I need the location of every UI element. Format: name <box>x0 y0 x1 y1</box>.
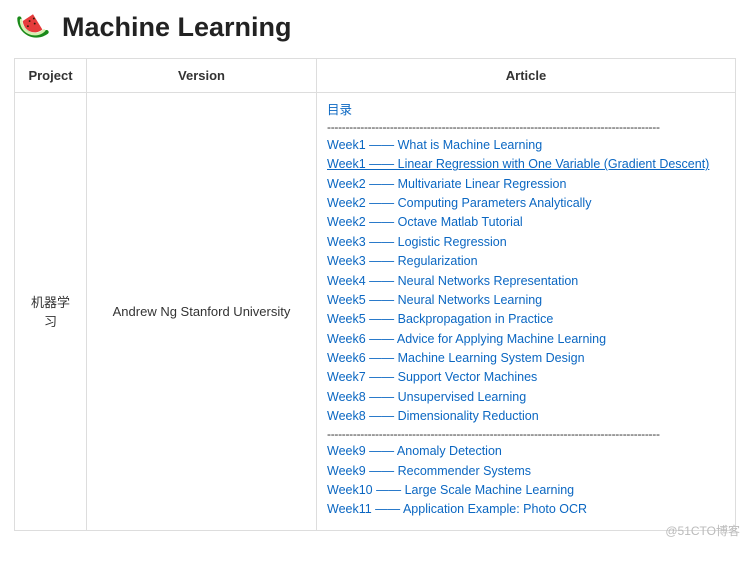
col-header-version: Version <box>87 59 317 93</box>
article-group-1: Week1 —— What is Machine LearningWeek1 —… <box>327 136 725 427</box>
watermelon-icon <box>16 10 50 44</box>
article-link[interactable]: Week8 —— Unsupervised Learning <box>327 388 725 407</box>
article-link[interactable]: Week11 —— Application Example: Photo OCR <box>327 500 725 519</box>
article-link[interactable]: Week2 —— Computing Parameters Analytical… <box>327 194 725 213</box>
content-table: Project Version Article 机器学习 Andrew Ng S… <box>14 58 736 531</box>
article-link[interactable]: Week5 —— Backpropagation in Practice <box>327 310 725 329</box>
article-link[interactable]: Week4 —— Neural Networks Representation <box>327 272 725 291</box>
page-header: Machine Learning <box>14 6 736 58</box>
article-link[interactable]: Week8 —— Dimensionality Reduction <box>327 407 725 426</box>
article-link[interactable]: Week5 —— Neural Networks Learning <box>327 291 725 310</box>
article-link[interactable]: Week2 —— Multivariate Linear Regression <box>327 175 725 194</box>
page-title: Machine Learning <box>62 12 292 43</box>
project-cell: 机器学习 <box>15 93 87 531</box>
article-link[interactable]: Week7 —— Support Vector Machines <box>327 368 725 387</box>
separator: ----------------------------------------… <box>327 427 725 443</box>
article-link[interactable]: Week3 —— Logistic Regression <box>327 233 725 252</box>
toc-link[interactable]: 目录 <box>327 101 725 120</box>
article-link[interactable]: Week6 —— Machine Learning System Design <box>327 349 725 368</box>
col-header-project: Project <box>15 59 87 93</box>
version-cell: Andrew Ng Stanford University <box>87 93 317 531</box>
article-link[interactable]: Week10 —— Large Scale Machine Learning <box>327 481 725 500</box>
watermark: @51CTO博客 <box>665 522 740 539</box>
article-link[interactable]: Week1 —— What is Machine Learning <box>327 136 725 155</box>
article-link[interactable]: Week6 —— Advice for Applying Machine Lea… <box>327 330 725 349</box>
separator: ----------------------------------------… <box>327 120 725 136</box>
article-link[interactable]: Week9 —— Anomaly Detection <box>327 442 725 461</box>
table-header-row: Project Version Article <box>15 59 736 93</box>
table-row: 机器学习 Andrew Ng Stanford University 目录 --… <box>15 93 736 531</box>
article-link[interactable]: Week9 —— Recommender Systems <box>327 462 725 481</box>
article-cell: 目录 -------------------------------------… <box>317 93 736 531</box>
article-group-2: Week9 —— Anomaly DetectionWeek9 —— Recom… <box>327 442 725 520</box>
article-link[interactable]: Week2 —— Octave Matlab Tutorial <box>327 213 725 232</box>
col-header-article: Article <box>317 59 736 93</box>
article-link[interactable]: Week3 —— Regularization <box>327 252 725 271</box>
article-link[interactable]: Week1 —— Linear Regression with One Vari… <box>327 155 725 174</box>
